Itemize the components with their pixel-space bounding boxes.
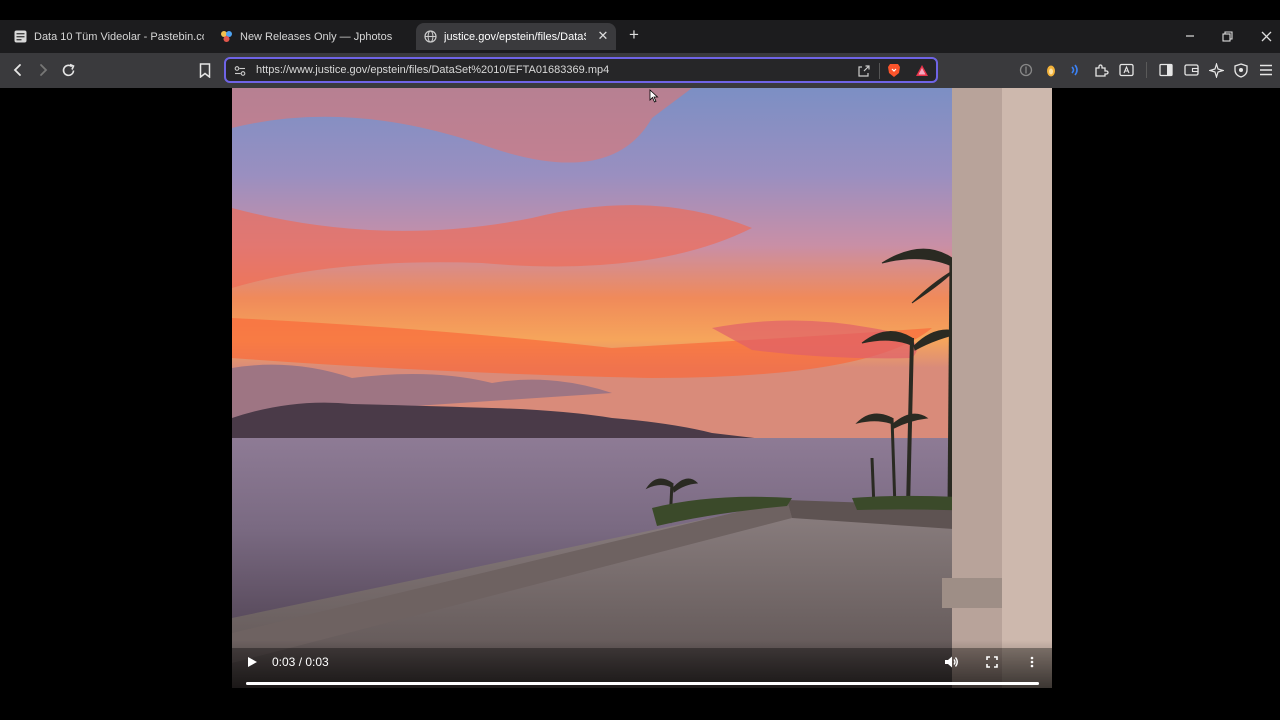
share-icon[interactable]: [857, 64, 871, 78]
brave-shields-icon[interactable]: [887, 63, 901, 78]
translate-icon[interactable]: [1118, 62, 1134, 78]
fullscreen-button[interactable]: [984, 654, 1000, 670]
divider: [879, 63, 880, 79]
brave-rewards-icon[interactable]: [915, 64, 929, 77]
globe-icon: [424, 30, 437, 43]
tab-justice-gov[interactable]: justice.gov/epstein/files/DataSet ✕: [416, 23, 616, 50]
bookmark-icon: [199, 62, 211, 78]
restore-window-icon[interactable]: [1217, 26, 1237, 46]
video-controls: 0:03 / 0:03: [232, 640, 1052, 688]
seek-bar-progress: [246, 682, 1039, 685]
video-frame-sunset-scene: [232, 88, 1052, 688]
mouse-cursor-icon: [649, 89, 659, 103]
url-text: https://www.justice.gov/epstein/files/Da…: [256, 64, 610, 76]
pastebin-favicon: [14, 30, 27, 43]
bookmark-button[interactable]: [196, 61, 214, 79]
tab-label: justice.gov/epstein/files/DataSet: [444, 30, 586, 43]
reload-icon: [62, 63, 75, 76]
reload-button[interactable]: [59, 61, 77, 79]
sidebar-toggle-icon[interactable]: [1158, 62, 1174, 78]
minimize-window-icon[interactable]: [1180, 26, 1200, 46]
top-black-strip: [0, 0, 1280, 20]
video-player[interactable]: [232, 88, 1052, 688]
seek-bar[interactable]: [246, 682, 1039, 685]
toolbar-divider: [1146, 62, 1147, 78]
tab-jphotos[interactable]: New Releases Only — Jphotos: [220, 23, 400, 50]
more-options-button[interactable]: [1024, 654, 1040, 670]
volume-icon: [944, 656, 958, 668]
vertical-dots-icon: [1030, 656, 1034, 668]
play-icon: [248, 657, 257, 667]
site-settings-icon[interactable]: [234, 65, 246, 77]
close-tab-icon[interactable]: ✕: [596, 29, 610, 43]
jphotos-favicon: [221, 31, 232, 42]
fullscreen-icon: [986, 656, 998, 668]
play-button[interactable]: [244, 654, 260, 670]
new-tab-button[interactable]: +: [626, 26, 642, 43]
extension-icon-1[interactable]: [1018, 62, 1034, 78]
extensions-puzzle-icon[interactable]: [1093, 62, 1109, 78]
vpn-shield-icon[interactable]: [1233, 62, 1249, 78]
close-window-icon[interactable]: [1256, 26, 1276, 46]
audio-extension-icon[interactable]: [1067, 62, 1083, 78]
tab-label: New Releases Only — Jphotos: [240, 30, 393, 43]
wallet-icon[interactable]: [1183, 62, 1199, 78]
menu-hamburger-icon[interactable]: [1258, 62, 1274, 78]
tab-label: Data 10 Tüm Videolar - Pastebin.com: [34, 30, 204, 43]
extension-icon-2[interactable]: [1043, 62, 1059, 78]
back-button[interactable]: [9, 61, 27, 79]
time-display: 0:03 / 0:03: [272, 655, 329, 669]
forward-button[interactable]: [34, 61, 52, 79]
mute-button[interactable]: [943, 654, 959, 670]
address-bar[interactable]: https://www.justice.gov/epstein/files/Da…: [224, 57, 938, 83]
tab-pastebin[interactable]: Data 10 Tüm Videolar - Pastebin.com: [14, 23, 204, 50]
chevron-left-icon: [13, 64, 21, 76]
leo-ai-icon[interactable]: [1208, 62, 1224, 78]
chevron-right-icon: [40, 64, 48, 76]
